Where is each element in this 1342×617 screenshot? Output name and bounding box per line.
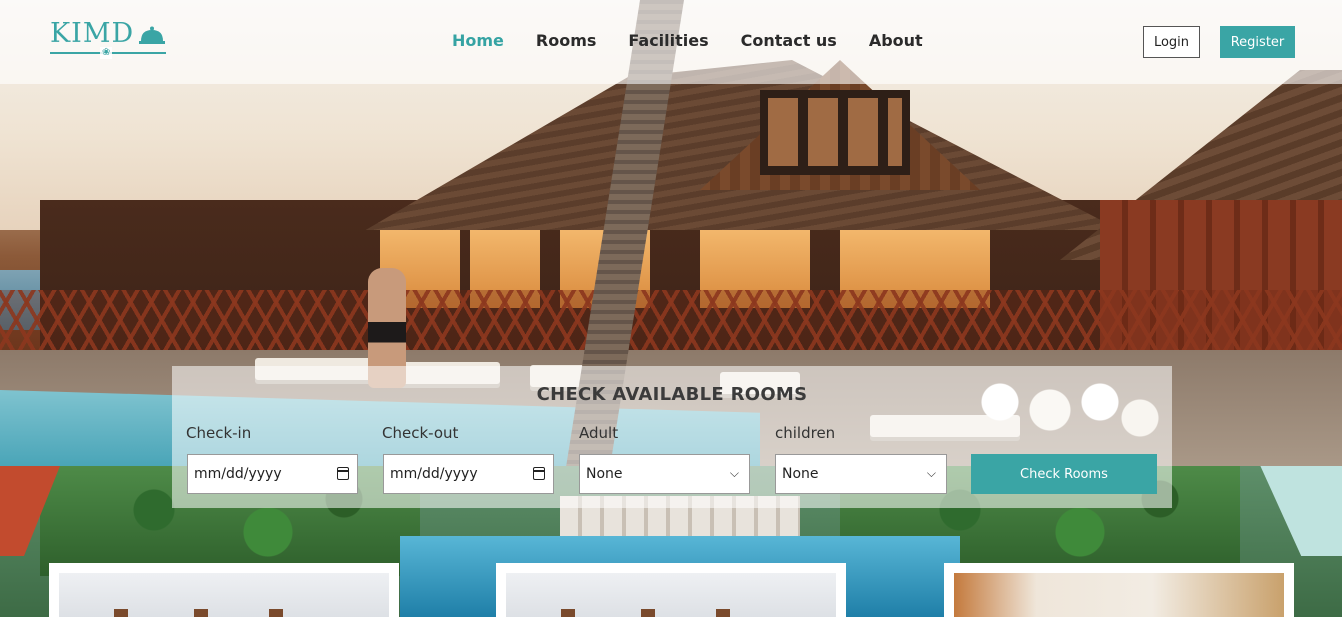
nav-rooms[interactable]: Rooms (536, 30, 597, 52)
chevron-down-icon: ⌵ (926, 466, 936, 480)
check-rooms-button[interactable]: Check Rooms (971, 454, 1157, 494)
chevron-down-icon: ⌵ (729, 466, 739, 480)
navbar: KIMD ❀ Home Rooms Facilities Contact us … (0, 0, 1342, 84)
children-select[interactable]: None ⌵ (775, 454, 947, 494)
children-value: None (782, 466, 819, 482)
checkout-value: mm/dd/yyyy (390, 466, 478, 482)
adult-select[interactable]: None ⌵ (579, 454, 750, 494)
adult-label: Adult (579, 424, 619, 442)
brand-name: KIMD (50, 18, 135, 49)
calendar-icon[interactable] (532, 467, 545, 480)
room-card[interactable] (49, 563, 399, 617)
checkin-label: Check-in (186, 424, 252, 442)
bell-icon (139, 26, 165, 44)
checkin-value: mm/dd/yyyy (194, 466, 282, 482)
room-image (954, 573, 1284, 617)
login-button[interactable]: Login (1143, 26, 1200, 58)
room-image (506, 573, 836, 617)
gable-window (760, 90, 910, 175)
register-button[interactable]: Register (1220, 26, 1295, 58)
nav-facilities[interactable]: Facilities (628, 30, 708, 52)
children-label: children (775, 424, 836, 442)
room-image (59, 573, 389, 617)
form-title: CHECK AVAILABLE ROOMS (536, 384, 808, 405)
main-nav: Home Rooms Facilities Contact us About (452, 30, 955, 52)
availability-form: CHECK AVAILABLE ROOMS Check-in mm/dd/yyy… (172, 366, 1172, 508)
brand-logo[interactable]: KIMD ❀ (50, 16, 168, 60)
calendar-icon[interactable] (336, 467, 349, 480)
room-card[interactable] (496, 563, 846, 617)
checkout-label: Check-out (382, 424, 459, 442)
lotus-icon: ❀ (100, 47, 113, 59)
room-card[interactable] (944, 563, 1294, 617)
adult-value: None (586, 466, 623, 482)
awning (1260, 466, 1342, 556)
checkin-date-input[interactable]: mm/dd/yyyy (187, 454, 358, 494)
nav-contact-us[interactable]: Contact us (741, 30, 837, 52)
nav-home[interactable]: Home (452, 30, 504, 52)
checkout-date-input[interactable]: mm/dd/yyyy (383, 454, 554, 494)
nav-about[interactable]: About (869, 30, 923, 52)
